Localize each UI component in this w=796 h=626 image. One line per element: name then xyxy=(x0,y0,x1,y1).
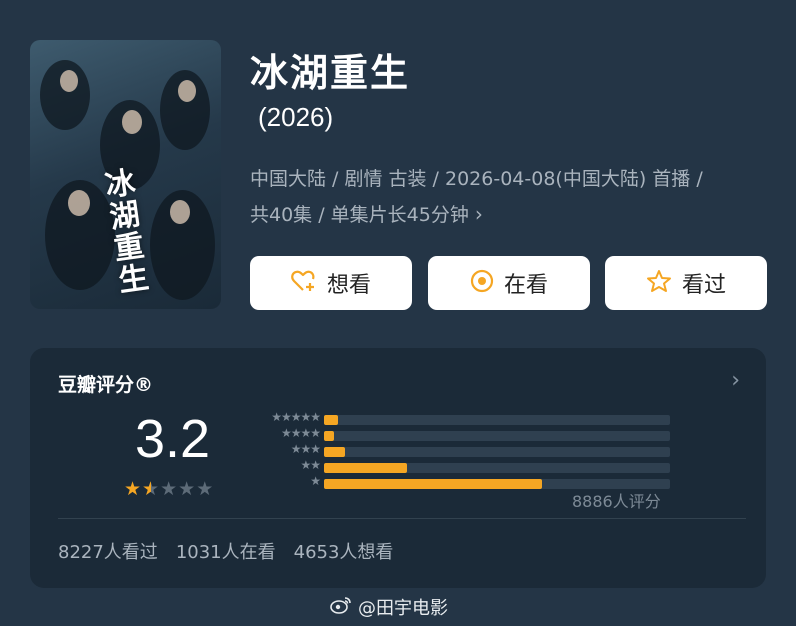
star-empty-icon: ★ xyxy=(178,478,197,500)
distribution-track xyxy=(324,447,670,457)
star-outline-icon xyxy=(646,269,672,297)
distribution-bar xyxy=(324,431,335,441)
weibo-watermark: @田宇电影 xyxy=(330,594,448,620)
distribution-bar xyxy=(324,479,542,489)
poster-face xyxy=(178,80,196,102)
distribution-row-3-star: ★★★ xyxy=(240,442,680,459)
weibo-icon xyxy=(330,596,352,619)
star-empty-icon: ★ xyxy=(160,478,179,500)
distribution-row-5-star: ★★★★★ xyxy=(240,410,680,427)
watching-label: 在看 xyxy=(503,273,548,298)
rating-score: 3.2 xyxy=(135,409,211,469)
distribution-stars-icon: ★ xyxy=(310,474,321,488)
distribution-stars-icon: ★★ xyxy=(300,458,320,472)
viewer-stats: 8227人看过 1031人在看 4653人想看 xyxy=(58,538,411,564)
watched-count: 8227人看过 xyxy=(58,542,158,563)
watermark-text: @田宇电影 xyxy=(358,598,448,619)
want-to-watch-button[interactable]: 想看 xyxy=(250,256,412,310)
watching-button[interactable]: 在看 xyxy=(428,256,590,310)
meta-info-line-2[interactable]: 共40集 / 单集片长45分钟 › xyxy=(250,200,483,227)
watched-label: 看过 xyxy=(681,273,726,298)
chevron-right-icon[interactable]: › xyxy=(731,368,740,393)
distribution-row-4-star: ★★★★ xyxy=(240,426,680,443)
star-empty-icon: ★ xyxy=(196,478,215,500)
distribution-track xyxy=(324,431,670,441)
distribution-stars-icon: ★★★ xyxy=(290,442,321,456)
poster-face xyxy=(170,200,190,224)
target-icon xyxy=(470,269,494,297)
poster-image[interactable]: 冰湖重生 xyxy=(30,40,221,309)
poster-face xyxy=(60,70,78,92)
distribution-bar xyxy=(324,463,408,473)
poster-face xyxy=(68,190,90,216)
meta-info-line-1: 中国大陆 / 剧情 古装 / 2026-04-08(中国大陆) 首播 / xyxy=(250,168,703,190)
release-year: (2026) xyxy=(258,102,334,132)
distribution-stars-icon: ★★★★★ xyxy=(271,410,321,424)
watching-count: 1031人在看 xyxy=(175,542,276,563)
meta-info-text: 共40集 / 单集片长45分钟 xyxy=(250,204,469,226)
distribution-track xyxy=(324,463,670,473)
rating-card-title: 豆瓣评分® xyxy=(58,374,154,396)
distribution-bar xyxy=(324,447,345,457)
poster-title-calligraphy: 冰湖重生 xyxy=(103,165,151,300)
distribution-track xyxy=(324,415,670,425)
distribution-bar xyxy=(324,415,338,425)
douban-rating-card[interactable]: 豆瓣评分® › 3.2 ★★★★★ ★★★★★ ★★★★ ★★★ ★★ ★ 8886人评… xyxy=(30,348,766,588)
want-count: 4653人想看 xyxy=(293,542,394,563)
star-filled-icon: ★ xyxy=(124,478,143,500)
chevron-right-icon: › xyxy=(474,202,483,226)
rater-count: 8886人评分 xyxy=(572,492,661,511)
divider xyxy=(58,518,746,519)
rating-stars: ★★★★★ xyxy=(124,478,214,500)
watched-button[interactable]: 看过 xyxy=(605,256,767,310)
want-to-watch-label: 想看 xyxy=(326,273,371,298)
poster-face xyxy=(122,110,142,134)
star-half-icon: ★ xyxy=(142,478,161,500)
distribution-row-2-star: ★★ xyxy=(240,458,680,475)
heart-plus-icon xyxy=(291,269,317,297)
page-title: 冰湖重生 xyxy=(250,51,411,95)
distribution-stars-icon: ★★★★ xyxy=(280,426,321,440)
